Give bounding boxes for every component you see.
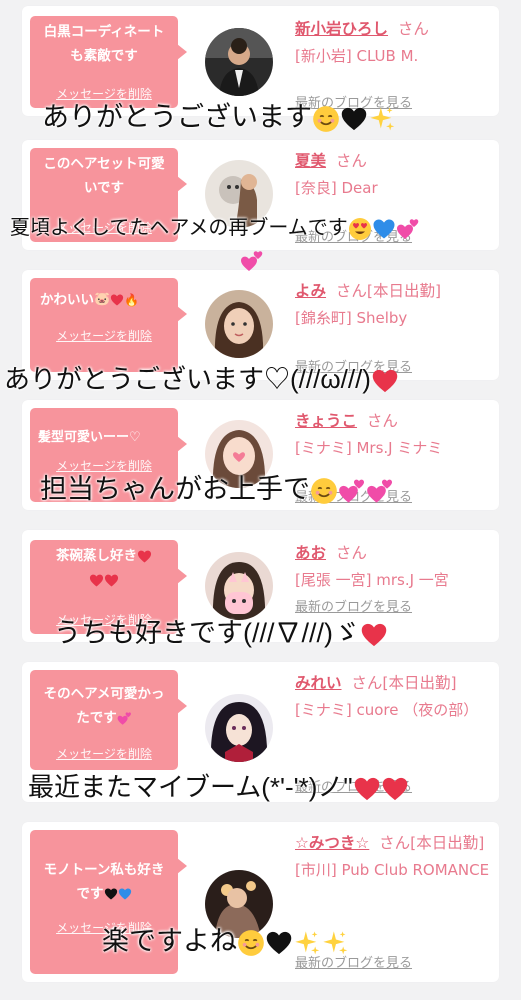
- honorific: さん: [379, 834, 411, 852]
- status-label: [本日出勤]: [382, 674, 457, 692]
- shop-label: [ミナミ] cuore （夜の部）: [295, 701, 479, 719]
- two-hearts-icon: [240, 249, 264, 273]
- caption-overlay-wrap: [0, 242, 521, 276]
- honorific: さん: [366, 412, 398, 430]
- avatar[interactable]: [205, 28, 273, 96]
- comment-message: モノトーン私も好きです: [30, 830, 178, 906]
- red-heart-icon: [104, 573, 119, 588]
- sparkles-icon: [293, 929, 321, 957]
- comment-message: そのヘアメ可愛かったです: [30, 670, 178, 730]
- red-heart-icon: [110, 293, 124, 307]
- shop-label: [錦糸町] Shelby: [295, 309, 408, 327]
- user-info: 夏美 さん [奈良] Dear 最新のブログを見る: [295, 150, 495, 245]
- caption-text: 最近またマイブーム(*'-'*)ノ": [28, 772, 353, 802]
- smiling-face-icon: [310, 477, 338, 505]
- caption-overlay: 担当ちゃんがお上手で: [0, 472, 521, 506]
- black-heart-icon: [340, 105, 368, 133]
- user-info: あお さん [尾張 一宮] mrs.J 一宮 最新のブログを見る: [295, 542, 495, 615]
- caption-text: ありがとうございます♡(///ω///): [4, 364, 371, 394]
- avatar[interactable]: [205, 552, 273, 620]
- comment-message: 髪型可愛いーー♡: [38, 430, 141, 445]
- honorific: さん: [335, 152, 367, 170]
- fire-icon: 🔥: [124, 293, 140, 307]
- two-hearts-icon: [338, 477, 366, 505]
- shop-label: [尾張 一宮] mrs.J 一宮: [295, 571, 449, 589]
- red-heart-icon: [360, 621, 388, 649]
- caption-overlay: ありがとうございます♡(///ω///): [0, 362, 521, 396]
- comment-bubble: かわいい🐷 🔥 メッセージを削除: [30, 278, 187, 372]
- two-hearts-icon: [117, 711, 132, 726]
- two-hearts-icon: [366, 477, 394, 505]
- shop-label: [奈良] Dear: [295, 179, 378, 197]
- comment-bubble: そのヘアメ可愛かったです メッセージを削除: [30, 670, 187, 770]
- comment-message: このヘアセット可愛いです: [43, 156, 165, 196]
- shop-label: [ミナミ] Mrs.J ミナミ: [295, 439, 443, 457]
- shop-label: [市川] Pub Club ROMANCE: [295, 861, 490, 879]
- caption-overlay: うちも好きです(///∇///)ゞ: [0, 616, 521, 650]
- status-label: [本日出勤]: [366, 282, 441, 300]
- sparkles-icon: [368, 105, 396, 133]
- user-name-link[interactable]: 夏美: [295, 152, 326, 170]
- red-heart-icon: [371, 367, 399, 395]
- blue-heart-icon: [372, 217, 396, 241]
- black-heart-icon: [104, 887, 118, 901]
- heart-eyes-icon: [348, 217, 372, 241]
- honorific: さん: [335, 544, 367, 562]
- latest-blog-link[interactable]: 最新のブログを見る: [295, 596, 412, 615]
- sparkles-icon: [321, 929, 349, 957]
- red-heart-icon: [381, 775, 409, 803]
- comment-message: かわいい🐷 🔥: [30, 278, 178, 312]
- avatar[interactable]: [205, 694, 273, 762]
- honorific: さん: [397, 20, 429, 38]
- caption-text: うちも好きです(///∇///)ゞ: [54, 618, 360, 648]
- user-info: みれい さん[本日出勤] [ミナミ] cuore （夜の部） 最新のブログを見る: [295, 672, 495, 795]
- delete-message-link[interactable]: メッセージを削除: [30, 745, 178, 762]
- caption-overlay: 楽ですよね: [0, 924, 521, 958]
- honorific: さん: [351, 674, 383, 692]
- user-info: よみ さん[本日出勤] [錦糸町] Shelby 最新のブログを見る: [295, 280, 495, 375]
- comment-message: 茶碗蒸し好き: [30, 540, 178, 592]
- caption-text: 楽ですよね: [102, 926, 237, 956]
- user-info: 新小岩ひろし さん [新小岩] CLUB M. 最新のブログを見る: [295, 18, 495, 111]
- blue-heart-icon: [118, 887, 132, 901]
- shop-label: [新小岩] CLUB M.: [295, 47, 419, 65]
- smiling-face-icon: [312, 105, 340, 133]
- caption-overlay: 最近またマイブーム(*'-'*)ノ": [0, 770, 521, 804]
- avatar[interactable]: [205, 290, 273, 358]
- comment-message: 白黒コーディネートも素敵です: [43, 24, 165, 64]
- honorific: さん: [335, 282, 367, 300]
- two-hearts-icon: [396, 217, 420, 241]
- user-info: きょうこ さん [ミナミ] Mrs.J ミナミ 最新のブログを見る: [295, 410, 495, 505]
- delete-message-link[interactable]: メッセージを削除: [30, 327, 178, 344]
- red-heart-icon: [89, 573, 104, 588]
- comment-message-text: かわいい: [40, 292, 94, 308]
- caption-text: 夏頃よくしてたヘアメの再ブームです: [10, 217, 348, 239]
- caption-overlay: ありがとうございます: [0, 100, 521, 134]
- comment-card: モノトーン私も好きです メッセージを削除 ☆みつき☆ さん[本日出勤] [市川]…: [22, 822, 499, 982]
- caption-overlay: 夏頃よくしてたヘアメの再ブームです: [0, 214, 521, 242]
- comment-message-text: そのヘアメ可愛かったです: [43, 686, 165, 726]
- caption-text: 担当ちゃんがお上手で: [40, 474, 310, 504]
- caption-text: ありがとうございます: [42, 102, 312, 132]
- pig-icon: 🐷: [94, 292, 111, 307]
- comment-bubble: 白黒コーディネートも素敵です メッセージを削除: [30, 16, 187, 108]
- relieved-face-icon: [237, 929, 265, 957]
- user-name-link[interactable]: みれい: [295, 674, 342, 692]
- red-heart-icon: [353, 775, 381, 803]
- user-name-link[interactable]: 新小岩ひろし: [295, 20, 388, 38]
- comment-list-page: 白黒コーディネートも素敵です メッセージを削除 新小岩ひろし さん [新小岩] …: [0, 0, 521, 1000]
- black-heart-icon: [265, 929, 293, 957]
- user-name-link[interactable]: ☆みつき☆: [295, 834, 369, 852]
- red-heart-icon: [137, 549, 152, 564]
- status-label: [本日出勤]: [410, 834, 485, 852]
- user-name-link[interactable]: あお: [295, 544, 326, 562]
- user-info: ☆みつき☆ さん[本日出勤] [市川] Pub Club ROMANCE 最新の…: [295, 832, 495, 971]
- comment-message-text: 茶碗蒸し好き: [56, 548, 137, 564]
- user-name-link[interactable]: よみ: [295, 282, 326, 300]
- user-name-link[interactable]: きょうこ: [295, 412, 357, 430]
